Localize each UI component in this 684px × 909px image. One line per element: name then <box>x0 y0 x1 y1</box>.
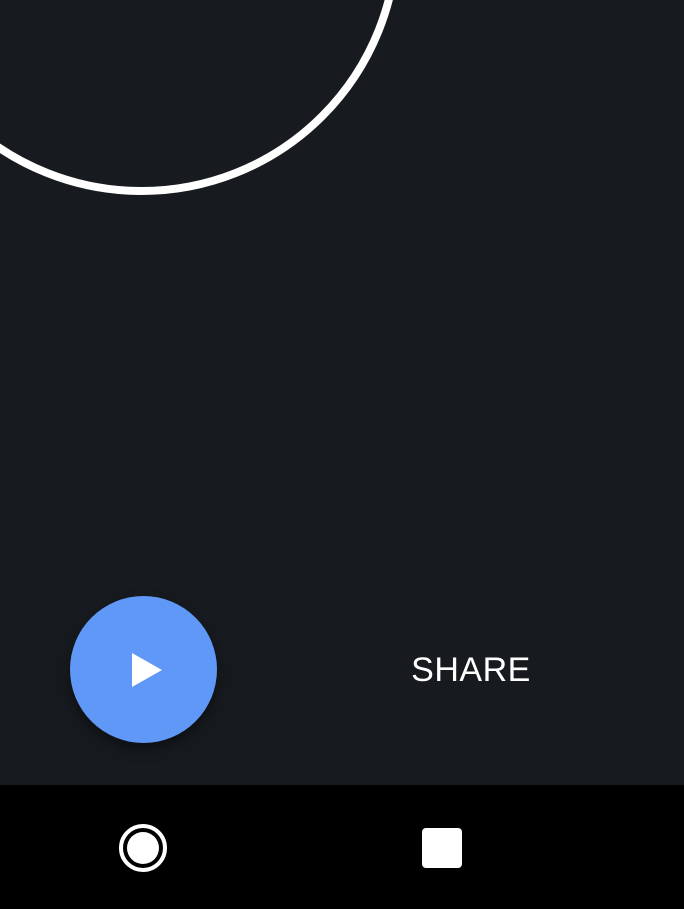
navigation-bar <box>0 785 684 909</box>
home-button[interactable] <box>119 824 167 872</box>
share-button[interactable]: SHARE <box>386 640 556 700</box>
play-icon <box>131 652 162 687</box>
timer-ring <box>0 0 401 195</box>
play-button[interactable] <box>70 596 217 743</box>
recents-button[interactable] <box>422 828 462 868</box>
screen: SHARE <box>0 0 684 909</box>
home-circle-icon <box>127 832 159 864</box>
app-content: SHARE <box>0 0 684 785</box>
